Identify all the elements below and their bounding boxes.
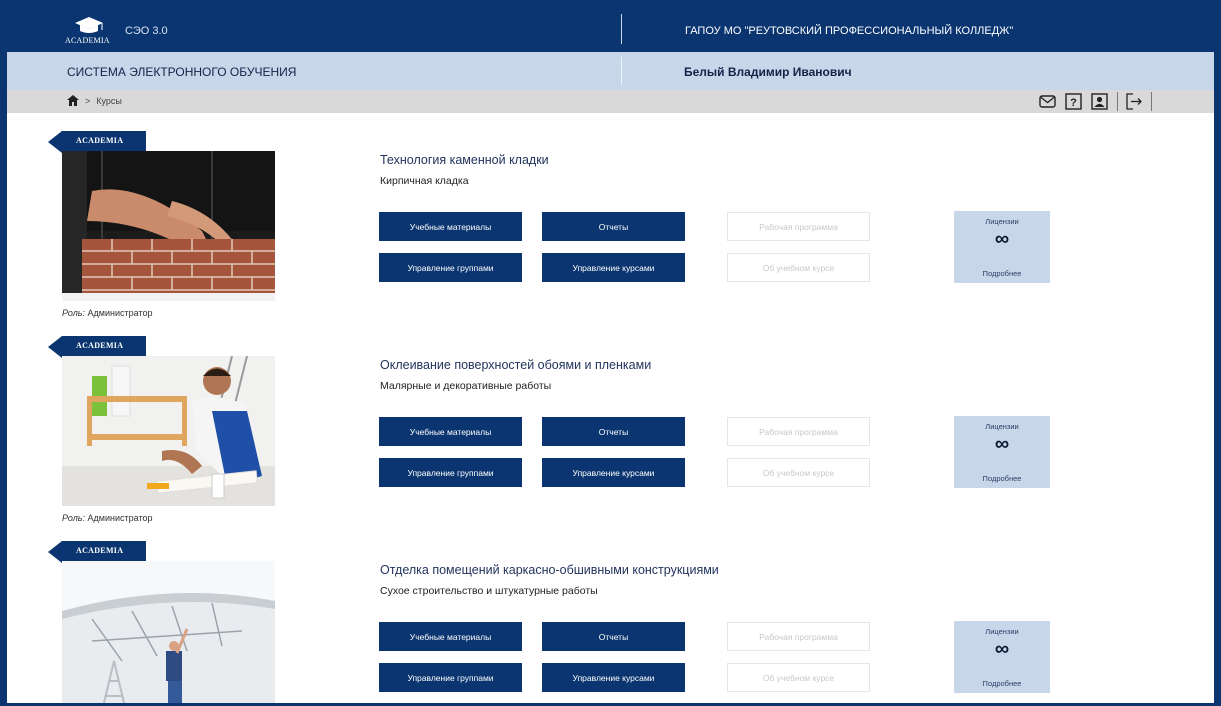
manage-courses-button[interactable]: Управление курсами (542, 663, 685, 692)
materials-button[interactable]: Учебные материалы (379, 417, 522, 446)
home-icon[interactable] (67, 95, 79, 106)
license-more-link[interactable]: Подробнее (954, 269, 1050, 278)
license-title: Лицензии (985, 627, 1019, 636)
course-role: Роль: Администратор (62, 308, 152, 318)
toolbar-divider (1117, 92, 1118, 111)
logout-icon (1126, 93, 1142, 110)
breadcrumb-separator: > (85, 95, 91, 106)
course-title[interactable]: Технология каменной кладки (380, 153, 549, 167)
course-image[interactable] (62, 151, 275, 301)
license-title: Лицензии (985, 422, 1019, 431)
mail-icon (1039, 95, 1056, 108)
mail-button[interactable] (1037, 92, 1058, 111)
user-name: Белый Владимир Иванович (684, 65, 852, 79)
manage-groups-button[interactable]: Управление группами (379, 663, 522, 692)
license-more-link[interactable]: Подробнее (954, 474, 1050, 483)
materials-button[interactable]: Учебные материалы (379, 622, 522, 651)
license-more-link[interactable]: Подробнее (954, 679, 1050, 688)
ribbon-label: ACADEMIA (76, 546, 124, 555)
breadcrumb-bar: > Курсы ? (7, 90, 1214, 113)
logout-button[interactable] (1123, 92, 1144, 111)
sub-header: СИСТЕМА ЭЛЕКТРОННОГО ОБУЧЕНИЯ Белый Влад… (7, 52, 1214, 90)
about-course-button[interactable]: Об учебном курсе (727, 663, 870, 692)
bricklaying-photo (62, 151, 275, 301)
toolbar-divider-end (1151, 92, 1152, 111)
reports-button[interactable]: Отчеты (542, 212, 685, 241)
about-course-button[interactable]: Об учебном курсе (727, 253, 870, 282)
role-value: Администратор (87, 513, 153, 523)
work-program-button[interactable]: Рабочая программа (727, 622, 870, 651)
system-name: СЭО 3.0 (125, 25, 168, 37)
license-title: Лицензии (985, 217, 1019, 226)
manage-courses-button[interactable]: Управление курсами (542, 253, 685, 282)
role-label: Роль: (62, 513, 86, 523)
course-role: Роль: Администратор (62, 513, 152, 523)
logo-text: ACADEMIA (65, 36, 110, 45)
manage-courses-button[interactable]: Управление курсами (542, 458, 685, 487)
license-box: Лицензии ∞ Подробнее (954, 211, 1050, 283)
profile-button[interactable] (1089, 92, 1110, 111)
role-label: Роль: (62, 308, 86, 318)
manage-groups-button[interactable]: Управление группами (379, 458, 522, 487)
manage-groups-button[interactable]: Управление группами (379, 253, 522, 282)
license-count: ∞ (994, 638, 1010, 660)
course-subtitle: Сухое строительство и штукатурные работы (380, 585, 598, 597)
help-glyph: ? (1070, 97, 1077, 109)
role-value: Администратор (87, 308, 153, 318)
reports-button[interactable]: Отчеты (542, 417, 685, 446)
profile-icon (1091, 93, 1108, 110)
subheader-divider (621, 57, 622, 85)
ribbon-label: ACADEMIA (76, 341, 124, 350)
license-count: ∞ (994, 228, 1010, 250)
course-card: ACADEMIA Отделка помещений каркасно-обши… (0, 541, 1221, 703)
organization-name: ГАПОУ МО "РЕУТОВСКИЙ ПРОФЕССИОНАЛЬНЫЙ КО… (685, 25, 1014, 37)
course-card: ACADEMIA Роль: Администратор Оклеивание … (0, 336, 1221, 536)
toolbar: ? (1037, 92, 1152, 111)
license-box: Лицензии ∞ Подробнее (954, 416, 1050, 488)
ribbon-label: ACADEMIA (76, 136, 124, 145)
work-program-button[interactable]: Рабочая программа (727, 212, 870, 241)
work-program-button[interactable]: Рабочая программа (727, 417, 870, 446)
course-subtitle: Кирпичная кладка (380, 175, 469, 187)
course-title[interactable]: Отделка помещений каркасно-обшивными кон… (380, 563, 719, 577)
reports-button[interactable]: Отчеты (542, 622, 685, 651)
materials-button[interactable]: Учебные материалы (379, 212, 522, 241)
top-bar: ACADEMIA СЭО 3.0 ГАПОУ МО "РЕУТОВСКИЙ ПР… (7, 0, 1214, 52)
header-divider (621, 14, 622, 44)
breadcrumb-current[interactable]: Курсы (96, 96, 122, 106)
wallpapering-photo (62, 356, 275, 506)
drywall-photo (62, 561, 275, 703)
course-subtitle: Малярные и декоративные работы (380, 380, 552, 392)
about-course-button[interactable]: Об учебном курсе (727, 458, 870, 487)
breadcrumb: > Курсы (67, 95, 122, 106)
course-image[interactable] (62, 561, 275, 703)
help-button[interactable]: ? (1063, 92, 1084, 111)
course-card: ACADEMIA Роль: Администратор Технология … (0, 131, 1221, 331)
graduation-cap-icon (75, 17, 103, 33)
license-count: ∞ (994, 433, 1010, 455)
course-image[interactable] (62, 356, 275, 506)
license-box: Лицензии ∞ Подробнее (954, 621, 1050, 693)
academia-logo[interactable]: ACADEMIA (65, 17, 113, 45)
course-title[interactable]: Оклеивание поверхностей обоями и пленкам… (380, 358, 651, 372)
help-icon: ? (1065, 93, 1082, 110)
system-title: СИСТЕМА ЭЛЕКТРОННОГО ОБУЧЕНИЯ (67, 65, 297, 79)
